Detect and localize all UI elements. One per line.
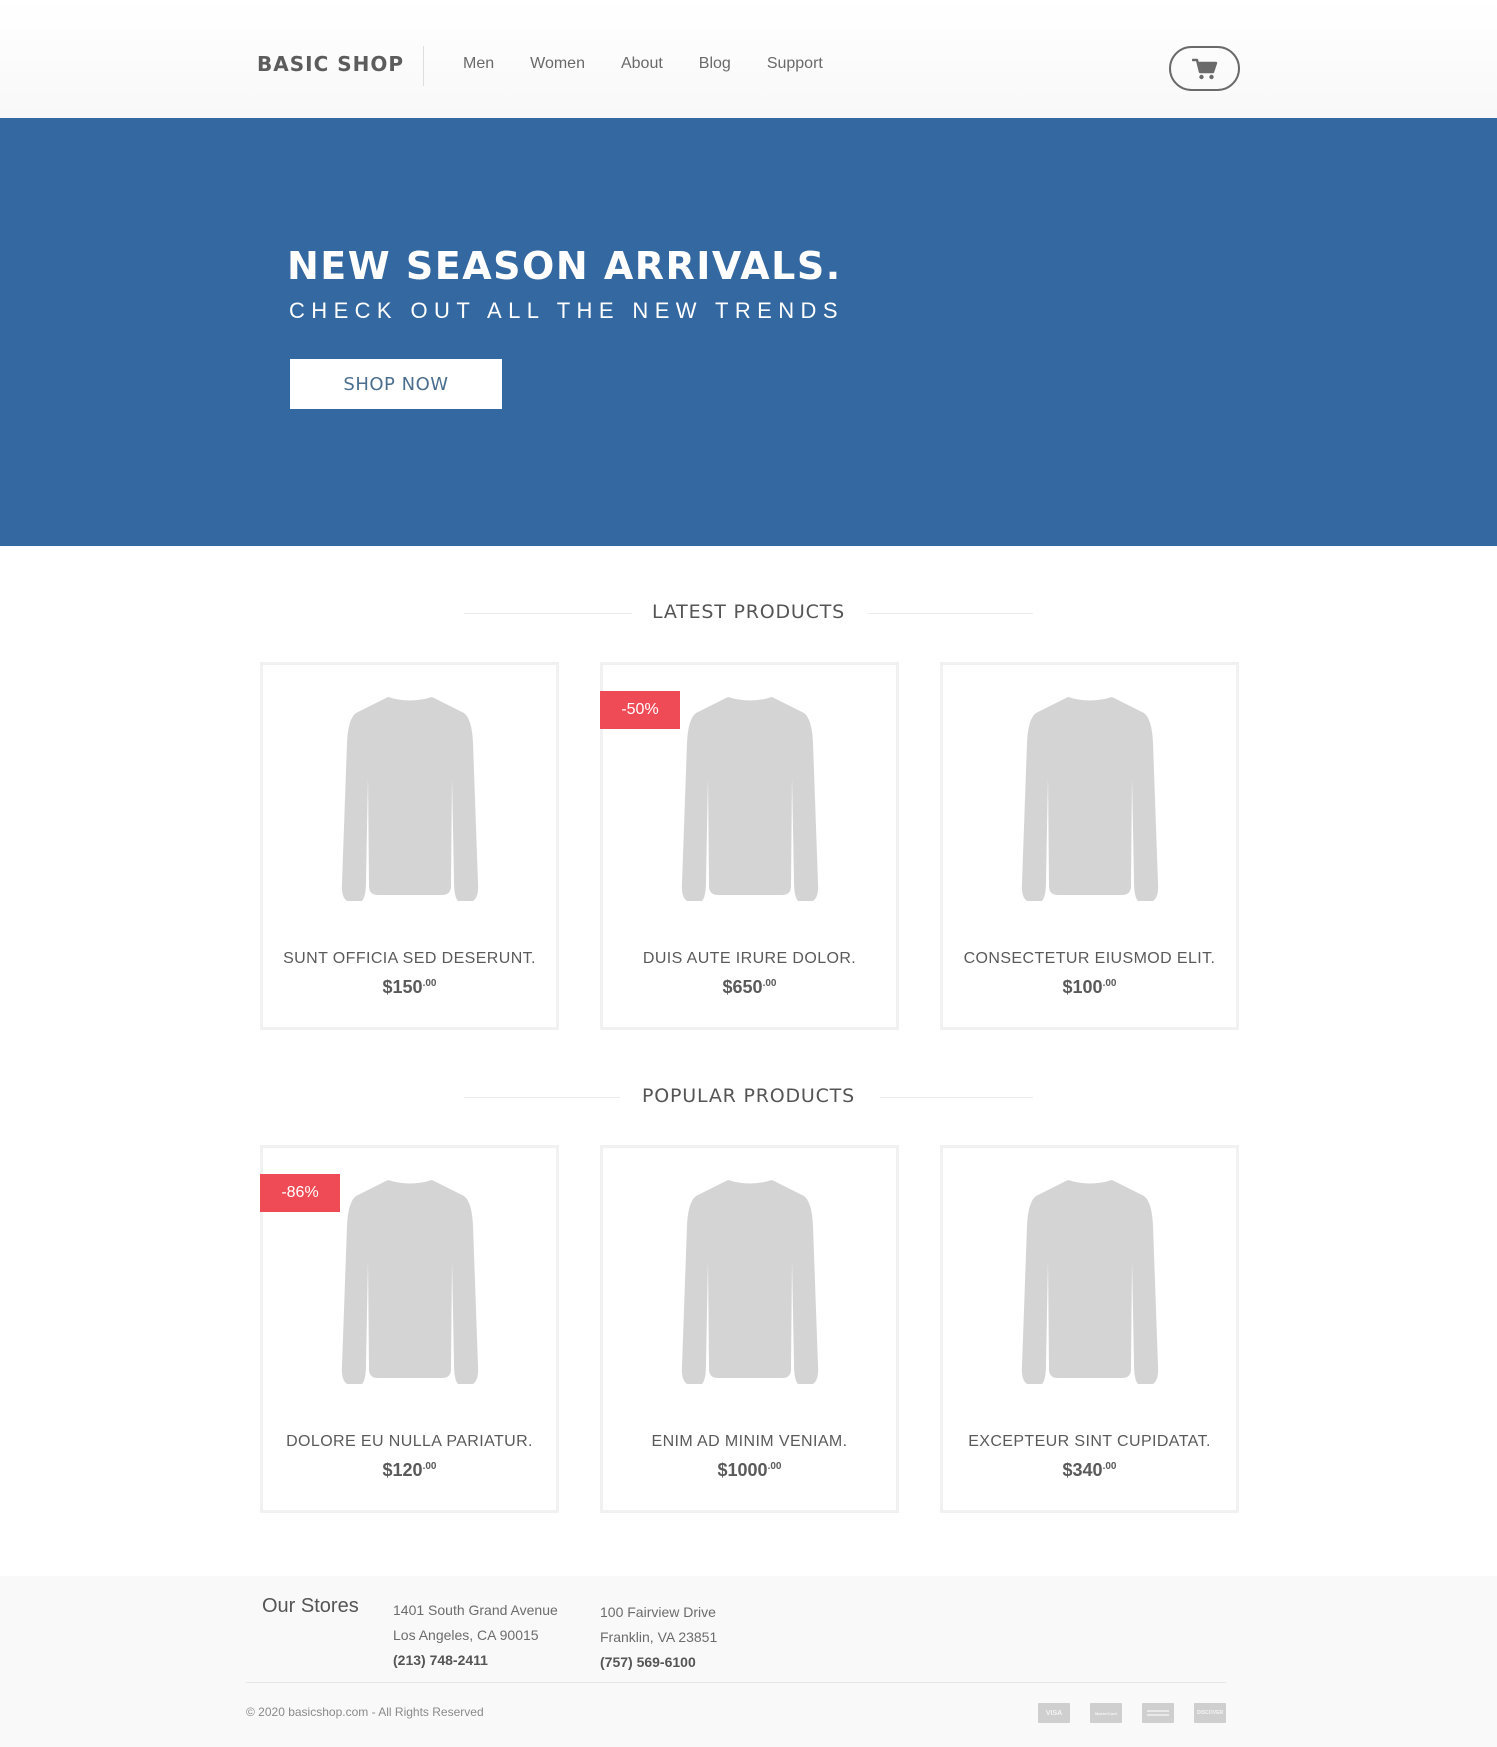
product-price: $100.00 — [943, 977, 1236, 998]
sweater-image — [681, 1180, 819, 1384]
product-name[interactable]: ENIM AD MINIM VENIAM. — [603, 1433, 896, 1451]
discover-icon: DISCOVER — [1194, 1703, 1226, 1723]
product-card[interactable]: EXCEPTEUR SINT CUPIDATAT. $340.00 — [940, 1145, 1239, 1513]
logo[interactable]: BASIC SHOP — [257, 52, 404, 76]
main-nav: Men Women About Blog Support — [463, 55, 859, 73]
sweater-shape — [341, 1180, 479, 1384]
mastercard-icon: MasterCard — [1090, 1703, 1122, 1723]
product-price: $150.00 — [263, 977, 556, 998]
price-cents: .00 — [1102, 978, 1117, 989]
product-name[interactable]: EXCEPTEUR SINT CUPIDATAT. — [943, 1433, 1236, 1451]
sweater-image — [681, 697, 819, 901]
price-value: $100 — [1062, 977, 1103, 997]
product-name[interactable]: DOLORE EU NULLA PARIATUR. — [263, 1433, 556, 1451]
sweater-shape — [681, 697, 819, 901]
product-card[interactable]: ENIM AD MINIM VENIAM. $1000.00 — [600, 1145, 899, 1513]
sweater-shape — [1021, 1180, 1159, 1384]
sweater-image — [341, 1180, 479, 1384]
product-card[interactable]: CONSECTETUR EIUSMOD ELIT. $100.00 — [940, 662, 1239, 1030]
price-value: $1000 — [717, 1460, 768, 1480]
store-phone[interactable]: (213) 748-2411 — [393, 1648, 558, 1673]
stores-title: Our Stores — [262, 1595, 359, 1617]
sweater-shape — [1021, 697, 1159, 901]
product-card[interactable]: -50% DUIS AUTE IRURE DOLOR. $650.00 — [600, 662, 899, 1030]
product-price: $1000.00 — [603, 1460, 896, 1481]
sale-badge: -86% — [260, 1174, 340, 1212]
hero-banner: NEW SEASON ARRIVALS. CHECK OUT ALL THE N… — [0, 118, 1497, 546]
copyright-text: © 2020 basicshop.com - All Rights Reserv… — [246, 1705, 484, 1719]
price-value: $120 — [382, 1460, 423, 1480]
price-value: $340 — [1062, 1460, 1103, 1480]
cart-button[interactable] — [1169, 46, 1240, 91]
price-value: $650 — [722, 977, 763, 997]
store-address-2: 100 Fairview Drive Franklin, VA 23851 (7… — [600, 1600, 717, 1675]
product-price: $120.00 — [263, 1460, 556, 1481]
product-name[interactable]: SUNT OFFICIA SED DESERUNT. — [263, 950, 556, 968]
sweater-image — [1021, 697, 1159, 901]
nav-item-men[interactable]: Men — [463, 55, 494, 73]
product-name[interactable]: CONSECTETUR EIUSMOD ELIT. — [943, 950, 1236, 968]
store-address-1: 1401 South Grand Avenue Los Angeles, CA … — [393, 1598, 558, 1673]
shopping-cart-icon — [1191, 58, 1217, 79]
product-price: $650.00 — [603, 977, 896, 998]
sweater-shape — [681, 1180, 819, 1384]
header-divider — [423, 46, 424, 86]
nav-item-women[interactable]: Women — [530, 55, 585, 73]
nav-item-blog[interactable]: Blog — [699, 55, 731, 73]
hero-title: NEW SEASON ARRIVALS. — [287, 244, 842, 288]
site-header: BASIC SHOP Men Women About Blog Support — [0, 0, 1497, 118]
product-card[interactable]: -86% DOLORE EU NULLA PARIATUR. $120.00 — [260, 1145, 559, 1513]
store-city: Los Angeles, CA 90015 — [393, 1627, 539, 1643]
sale-badge: -50% — [600, 691, 680, 729]
section-title: POPULAR PRODUCTS — [642, 1085, 855, 1107]
sweater-image — [341, 697, 479, 901]
footer-divider — [246, 1682, 1226, 1683]
price-cents: .00 — [767, 1461, 782, 1472]
hero-subtitle: CHECK OUT ALL THE NEW TRENDS — [289, 298, 844, 323]
sweater-shape — [341, 697, 479, 901]
price-cents: .00 — [422, 978, 437, 989]
amex-card-stripe — [1147, 1710, 1169, 1716]
shop-now-button[interactable]: SHOP NOW — [290, 359, 502, 409]
nav-item-support[interactable]: Support — [767, 55, 823, 73]
store-street: 1401 South Grand Avenue — [393, 1602, 558, 1618]
price-cents: .00 — [422, 1461, 437, 1472]
store-street: 100 Fairview Drive — [600, 1604, 716, 1620]
product-card[interactable]: SUNT OFFICIA SED DESERUNT. $150.00 — [260, 662, 559, 1030]
payment-icons: VISA MasterCard DISCOVER — [1038, 1703, 1246, 1723]
visa-icon: VISA — [1038, 1703, 1070, 1723]
store-city: Franklin, VA 23851 — [600, 1629, 718, 1645]
product-name[interactable]: DUIS AUTE IRURE DOLOR. — [603, 950, 896, 968]
nav-item-about[interactable]: About — [621, 55, 663, 73]
latest-products-heading: LATEST PRODUCTS — [0, 598, 1497, 628]
sweater-image — [1021, 1180, 1159, 1384]
price-cents: .00 — [1102, 1461, 1117, 1472]
popular-products-heading: POPULAR PRODUCTS — [0, 1082, 1497, 1112]
price-value: $150 — [382, 977, 423, 997]
site-footer: Our Stores 1401 South Grand Avenue Los A… — [0, 1576, 1497, 1747]
price-cents: .00 — [762, 978, 777, 989]
section-title: LATEST PRODUCTS — [652, 601, 845, 623]
product-price: $340.00 — [943, 1460, 1236, 1481]
amex-icon — [1142, 1703, 1174, 1723]
store-phone[interactable]: (757) 569-6100 — [600, 1650, 717, 1675]
